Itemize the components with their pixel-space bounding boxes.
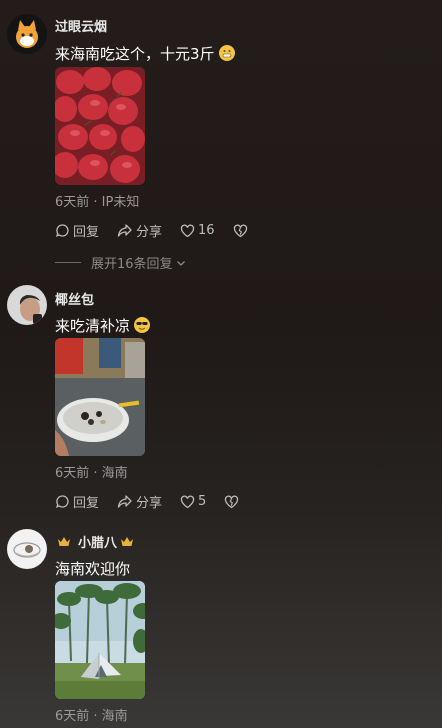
crown-icon bbox=[121, 537, 134, 546]
comment-meta: 6天前 · IP未知 bbox=[55, 195, 140, 210]
comment-actions: 回复 分享 16 bbox=[55, 221, 269, 240]
reply-icon bbox=[55, 224, 69, 237]
share-button[interactable]: 分享 bbox=[117, 221, 162, 240]
avatar[interactable] bbox=[7, 14, 47, 54]
comment-image[interactable] bbox=[55, 67, 145, 185]
comment-image[interactable] bbox=[55, 338, 145, 456]
comment-text: 来吃清补凉 bbox=[55, 315, 151, 336]
heart-icon bbox=[180, 495, 195, 508]
broken-heart-icon bbox=[225, 495, 239, 508]
comment-username[interactable]: 小腊八 bbox=[78, 532, 117, 551]
comment-image[interactable] bbox=[55, 581, 145, 699]
comment-meta: 6天前 · 海南 bbox=[55, 466, 128, 481]
like-count: 16 bbox=[198, 223, 215, 238]
comment-meta: 6天前 · 海南 bbox=[55, 709, 128, 724]
crown-icon bbox=[58, 537, 70, 546]
reply-button[interactable]: 回复 bbox=[55, 492, 99, 511]
share-icon bbox=[117, 495, 132, 508]
chevron-down-icon bbox=[176, 260, 185, 266]
avatar[interactable] bbox=[7, 529, 47, 569]
heart-icon bbox=[180, 224, 195, 237]
share-icon bbox=[117, 224, 132, 237]
dislike-button[interactable] bbox=[233, 224, 251, 238]
broken-heart-icon bbox=[233, 224, 247, 237]
grinning-face-icon bbox=[218, 45, 235, 61]
dislike-button[interactable] bbox=[224, 495, 242, 509]
share-button[interactable]: 分享 bbox=[117, 492, 162, 511]
expand-replies-button[interactable]: 展开16条回复 bbox=[55, 253, 187, 272]
reply-button[interactable]: 回复 bbox=[55, 221, 99, 240]
reply-icon bbox=[55, 495, 69, 508]
sunglasses-face-icon bbox=[134, 317, 151, 333]
comment-actions: 回复 分享 5 bbox=[55, 492, 260, 511]
comment-text: 来海南吃这个，十元3斤 bbox=[55, 43, 235, 64]
like-button[interactable]: 5 bbox=[180, 494, 206, 509]
comment-text: 海南欢迎你 bbox=[55, 560, 131, 578]
like-button[interactable]: 16 bbox=[180, 223, 215, 238]
divider bbox=[55, 262, 81, 263]
avatar[interactable] bbox=[7, 285, 47, 325]
comment-username[interactable]: 过眼云烟 bbox=[55, 16, 107, 35]
comment-username-row: 小腊八 bbox=[57, 532, 134, 551]
like-count: 5 bbox=[198, 494, 207, 509]
comment-username[interactable]: 椰丝包 bbox=[55, 289, 94, 308]
